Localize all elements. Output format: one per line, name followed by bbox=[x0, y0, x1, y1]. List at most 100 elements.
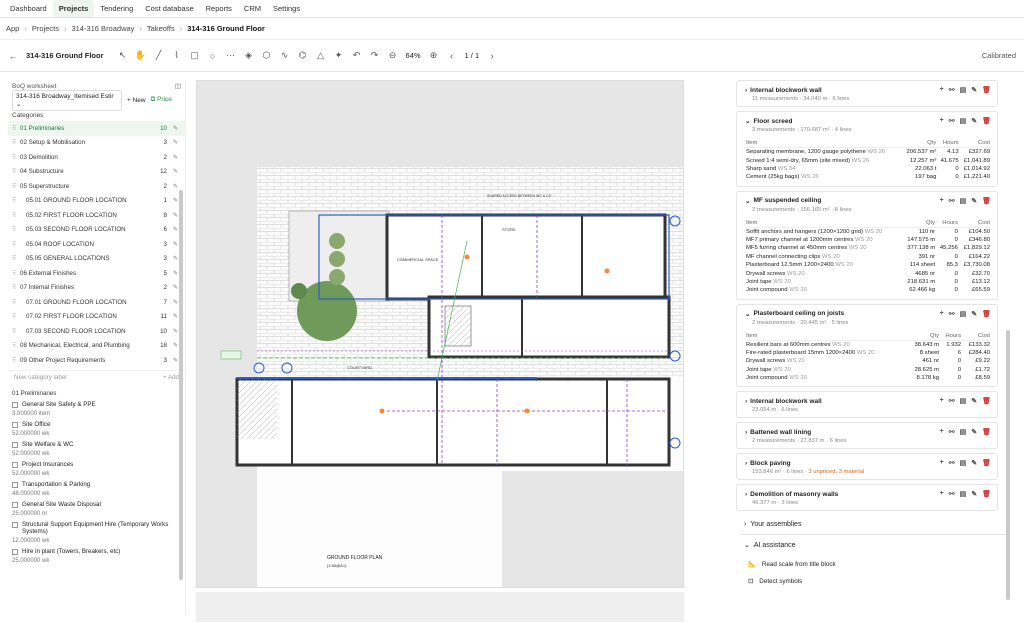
new-worksheet-button[interactable]: + New bbox=[127, 97, 146, 104]
item-checkbox[interactable] bbox=[12, 481, 18, 488]
drag-handle-icon[interactable]: ⠿ bbox=[12, 154, 20, 161]
drag-handle-icon[interactable]: ⠿ bbox=[12, 255, 20, 262]
document-icon[interactable]: ▤ bbox=[960, 397, 967, 405]
edit-icon[interactable]: ✎ bbox=[971, 117, 977, 125]
breadcrumb-item[interactable]: Takeoffs bbox=[147, 24, 175, 33]
document-icon[interactable]: ▤ bbox=[960, 490, 967, 498]
edit-pencil-icon[interactable]: ✎ bbox=[173, 154, 181, 161]
table-row[interactable]: Joint compound WS 20 8.178 kg 0 £8.59 bbox=[745, 374, 991, 382]
drag-handle-icon[interactable]: ⠿ bbox=[12, 328, 20, 335]
nav-item-dashboard[interactable]: Dashboard bbox=[4, 0, 53, 17]
dots-tool-icon[interactable]: ⋯ bbox=[226, 50, 236, 61]
drag-handle-icon[interactable]: ⠿ bbox=[12, 284, 20, 291]
zoom-in-icon[interactable]: ⊕ bbox=[429, 50, 439, 61]
trash-icon[interactable]: 🗑 bbox=[982, 86, 991, 94]
item-checkbox[interactable] bbox=[12, 521, 18, 528]
add-icon[interactable]: + bbox=[940, 310, 944, 318]
boq-item[interactable]: Site Office 52.000000 wk bbox=[8, 419, 185, 439]
drag-handle-icon[interactable]: ⠿ bbox=[12, 313, 20, 320]
drag-handle-icon[interactable]: ⠿ bbox=[12, 139, 20, 146]
new-category-input[interactable]: New category label bbox=[14, 374, 67, 381]
breadcrumb-item[interactable]: Projects bbox=[32, 24, 59, 33]
table-row[interactable]: Drywall screws WS 20 461 nr 0 £9.22 bbox=[745, 357, 991, 365]
detect-symbols-button[interactable]: ⊡ Detect symbols bbox=[736, 573, 1012, 590]
pan-tool-icon[interactable]: ✋ bbox=[135, 50, 146, 61]
edit-icon[interactable]: ✎ bbox=[971, 86, 977, 94]
select-tool-icon[interactable]: ↖ bbox=[118, 50, 128, 61]
category-row[interactable]: ⠿ 02 Setup & Mobilisation 3 ✎ bbox=[8, 136, 185, 151]
category-row[interactable]: ⠿ 05.01 GROUND FLOOR LOCATION 1 ✎ bbox=[8, 194, 185, 209]
category-row[interactable]: ⠿ 06 External Finishes 5 ✎ bbox=[8, 266, 185, 281]
drag-handle-icon[interactable]: ⠿ bbox=[12, 270, 20, 277]
boq-item[interactable]: Site Welfare & WC 52.000000 wk bbox=[8, 439, 185, 459]
branch-icon[interactable]: ⚯ bbox=[949, 310, 955, 318]
add-icon[interactable]: + bbox=[940, 397, 944, 405]
edit-icon[interactable]: ✎ bbox=[971, 310, 977, 318]
drag-handle-icon[interactable]: ⠿ bbox=[12, 226, 20, 233]
back-arrow-icon[interactable]: ← bbox=[8, 51, 18, 61]
breadcrumb-item[interactable]: 314-316 Broadway bbox=[71, 24, 134, 33]
drag-handle-icon[interactable]: ⠿ bbox=[12, 241, 20, 248]
nav-item-projects[interactable]: Projects bbox=[52, 0, 95, 17]
nav-item-reports[interactable]: Reports bbox=[200, 0, 238, 17]
table-row[interactable]: MF7 primary channel at 1200mm centres WS… bbox=[745, 236, 991, 244]
ai-assistance-section[interactable]: ⌄ AI assistance bbox=[736, 535, 1012, 555]
nav-item-cost-database[interactable]: Cost database bbox=[139, 0, 199, 17]
trash-icon[interactable]: 🗑 bbox=[982, 428, 991, 436]
table-row[interactable]: Sharp sand WS 34 22.063 t 0 £1,014.92 bbox=[745, 165, 991, 173]
fill-tool-icon[interactable]: ◈ bbox=[244, 50, 254, 61]
your-assemblies-section[interactable]: › Your assemblies bbox=[736, 515, 1012, 534]
add-icon[interactable]: + bbox=[940, 459, 944, 467]
edit-icon[interactable]: ✎ bbox=[971, 490, 977, 498]
breadcrumb-item[interactable]: App bbox=[6, 24, 19, 33]
add-icon[interactable]: + bbox=[940, 197, 944, 205]
table-row[interactable]: Joint tape WS 20 28.625 m 0 £1.72 bbox=[745, 366, 991, 374]
branch-icon[interactable]: ⚯ bbox=[949, 86, 955, 94]
drag-handle-icon[interactable]: ⠿ bbox=[12, 299, 20, 306]
category-row[interactable]: ⠿ 07.03 SECOND FLOOR LOCATION 10 ✎ bbox=[8, 324, 185, 339]
edit-pencil-icon[interactable]: ✎ bbox=[173, 183, 181, 190]
nav-item-tendering[interactable]: Tendering bbox=[94, 0, 139, 17]
table-row[interactable]: Soffit anchors and hangers (1200×1200 gr… bbox=[745, 227, 991, 236]
edit-pencil-icon[interactable]: ✎ bbox=[173, 139, 181, 146]
trash-icon[interactable]: 🗑 bbox=[982, 397, 991, 405]
table-row[interactable]: Plasterboard 12.5mm 1200×2400 WS 20 114 s… bbox=[745, 261, 991, 269]
add-icon[interactable]: + bbox=[940, 490, 944, 498]
edit-icon[interactable]: ✎ bbox=[971, 397, 977, 405]
category-row[interactable]: ⠿ 07.01 GROUND FLOOR LOCATION 7 ✎ bbox=[8, 295, 185, 310]
table-row[interactable]: Separating membrane, 1200 gauge polythen… bbox=[745, 148, 991, 157]
item-checkbox[interactable] bbox=[12, 401, 18, 408]
trash-icon[interactable]: 🗑 bbox=[982, 117, 991, 125]
add-icon[interactable]: + bbox=[940, 428, 944, 436]
undo-icon[interactable]: ↶ bbox=[352, 50, 362, 61]
item-checkbox[interactable] bbox=[12, 461, 18, 468]
add-category-button[interactable]: + Add bbox=[163, 374, 179, 381]
triangle-tool-icon[interactable]: △ bbox=[316, 50, 326, 61]
document-icon[interactable]: ▤ bbox=[960, 197, 967, 205]
edit-icon[interactable]: ✎ bbox=[971, 459, 977, 467]
drag-handle-icon[interactable]: ⠿ bbox=[12, 357, 20, 364]
table-row[interactable]: MF5 furring channel at 450mm centres WS … bbox=[745, 244, 991, 252]
rectangle-tool-icon[interactable]: ▢ bbox=[190, 50, 200, 61]
category-row[interactable]: ⠿ 05 Superstructure 2 ✎ bbox=[8, 179, 185, 194]
table-row[interactable]: Screed 1:4 semi-dry, 65mm (site mixed) W… bbox=[745, 156, 991, 164]
boq-item[interactable]: Project Insurances 52.000000 wk bbox=[8, 459, 185, 479]
read-scale-button[interactable]: 📐 Read scale from title block bbox=[736, 555, 1012, 573]
line-tool-icon[interactable]: ╱ bbox=[154, 50, 164, 61]
category-row[interactable]: ⠿ 05.05 GENERAL LOCATIONS 3 ✎ bbox=[8, 252, 185, 267]
document-icon[interactable]: ▤ bbox=[960, 310, 967, 318]
nav-item-crm[interactable]: CRM bbox=[238, 0, 267, 17]
boq-item[interactable]: Structural Support Equipment Hire (Tempo… bbox=[8, 519, 185, 546]
item-checkbox[interactable] bbox=[12, 441, 18, 448]
worksheet-select[interactable]: 314-316 Broadway_Itemised Estir ⌄ bbox=[12, 89, 122, 111]
item-checkbox[interactable] bbox=[12, 548, 18, 555]
table-row[interactable]: Fire-rated plasterboard 15mm 1200×2400 W… bbox=[745, 349, 991, 357]
category-row[interactable]: ⠿ 05.04 ROOF LOCATION 3 ✎ bbox=[8, 237, 185, 252]
category-row[interactable]: ⠿ 05.03 SECOND FLOOR LOCATION 6 ✎ bbox=[8, 223, 185, 238]
branch-icon[interactable]: ⚯ bbox=[949, 197, 955, 205]
category-row[interactable]: ⠿ 09 Other Project Requirements 3 ✎ bbox=[8, 353, 185, 368]
zoom-out-icon[interactable]: ⊖ bbox=[388, 50, 398, 61]
branch-icon[interactable]: ⚯ bbox=[949, 459, 955, 467]
document-icon[interactable]: ▤ bbox=[960, 86, 967, 94]
drag-handle-icon[interactable]: ⠿ bbox=[12, 168, 20, 175]
